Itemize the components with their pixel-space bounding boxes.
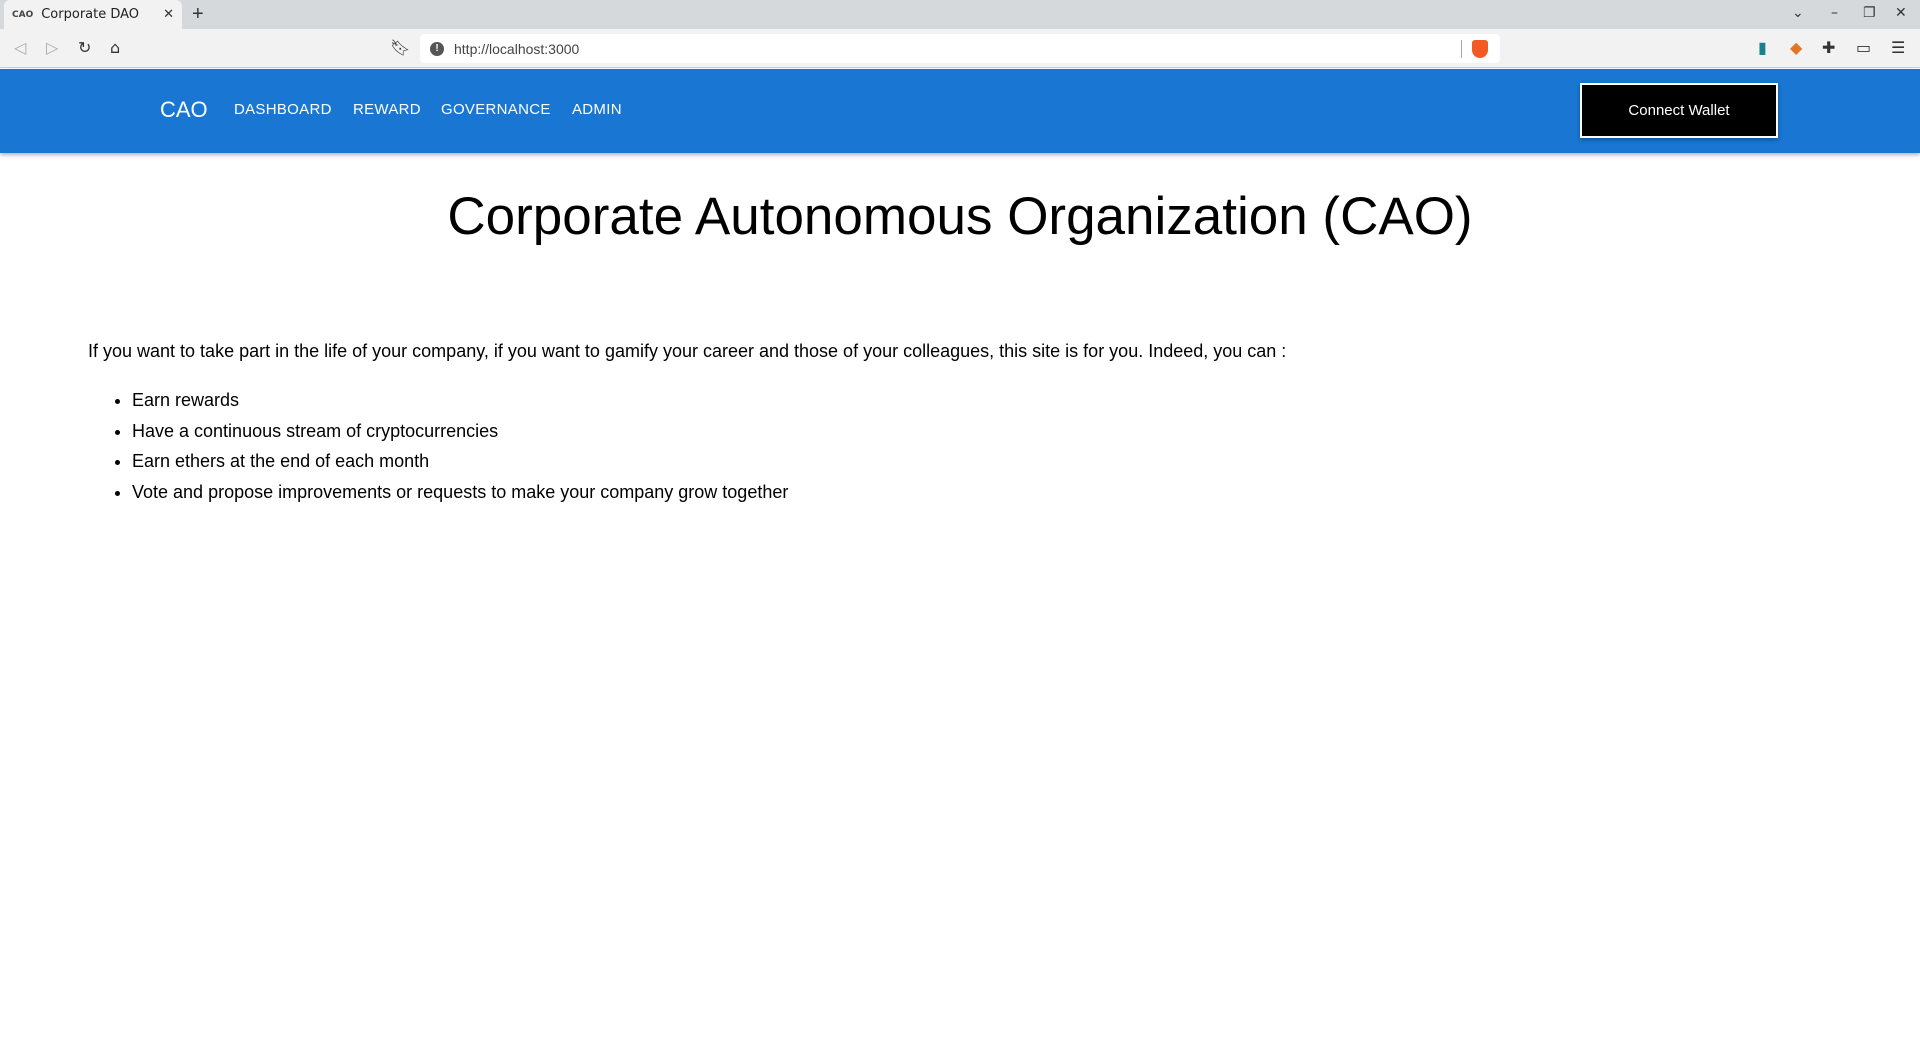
nav-admin[interactable]: ADMIN [572,101,622,118]
restore-icon[interactable]: ❐ [1863,5,1876,21]
browser-tab-bar: CAO Corporate DAO ✕ + ⌄ – ❐ ✕ [0,0,1920,29]
url-text: http://localhost:3000 [454,40,580,57]
site-info-icon[interactable]: ! [430,41,444,56]
divider [1461,40,1462,58]
metamask-icon[interactable]: ◆ [1790,38,1802,57]
connect-wallet-button[interactable]: Connect Wallet [1580,83,1778,138]
home-icon[interactable]: ⌂ [110,38,120,57]
brand-logo[interactable]: CAO [160,97,208,123]
brave-shields-icon[interactable] [1472,40,1488,58]
tab-title: Corporate DAO [41,7,140,22]
new-tab-icon[interactable]: + [192,3,204,26]
intro-text: If you want to take part in the life of … [88,341,1287,361]
browser-toolbar: ◁ ▷ ↻ ⌂ 🔖︎ ! http://localhost:3000 ▮ ◆ ✚… [0,29,1920,68]
reload-icon[interactable]: ↻ [78,38,91,57]
extension-icon[interactable]: ▮ [1758,38,1767,57]
browser-tab[interactable]: CAO Corporate DAO ✕ [4,0,182,29]
page-title: Corporate Autonomous Organization (CAO) [447,187,1473,246]
app-navbar: CAO DASHBOARD REWARD GOVERNANCE ADMIN Co… [0,69,1920,153]
list-item: Earn ethers at the end of each month [132,451,788,482]
menu-icon[interactable]: ☰ [1891,38,1905,57]
list-item: Vote and propose improvements or request… [132,482,788,513]
forward-icon[interactable]: ▷ [46,38,58,57]
address-bar[interactable]: ! http://localhost:3000 [420,34,1500,63]
nav-dashboard[interactable]: DASHBOARD [234,101,332,118]
nav-governance[interactable]: GOVERNANCE [441,101,551,118]
close-tab-icon[interactable]: ✕ [163,7,174,22]
wallet-icon[interactable]: ▭ [1856,38,1871,57]
nav-reward[interactable]: REWARD [353,101,421,118]
bookmark-icon[interactable]: 🔖︎ [390,38,410,57]
list-item: Have a continuous stream of cryptocurren… [132,421,788,452]
feature-list: Earn rewards Have a continuous stream of… [132,390,788,512]
list-item: Earn rewards [132,390,788,421]
minimize-icon[interactable]: – [1831,5,1838,21]
favicon-icon: CAO [12,9,34,20]
close-window-icon[interactable]: ✕ [1895,5,1907,21]
back-icon[interactable]: ◁ [14,38,26,57]
tab-list-chevron-icon[interactable]: ⌄ [1792,5,1804,21]
extensions-puzzle-icon[interactable]: ✚ [1822,38,1835,57]
